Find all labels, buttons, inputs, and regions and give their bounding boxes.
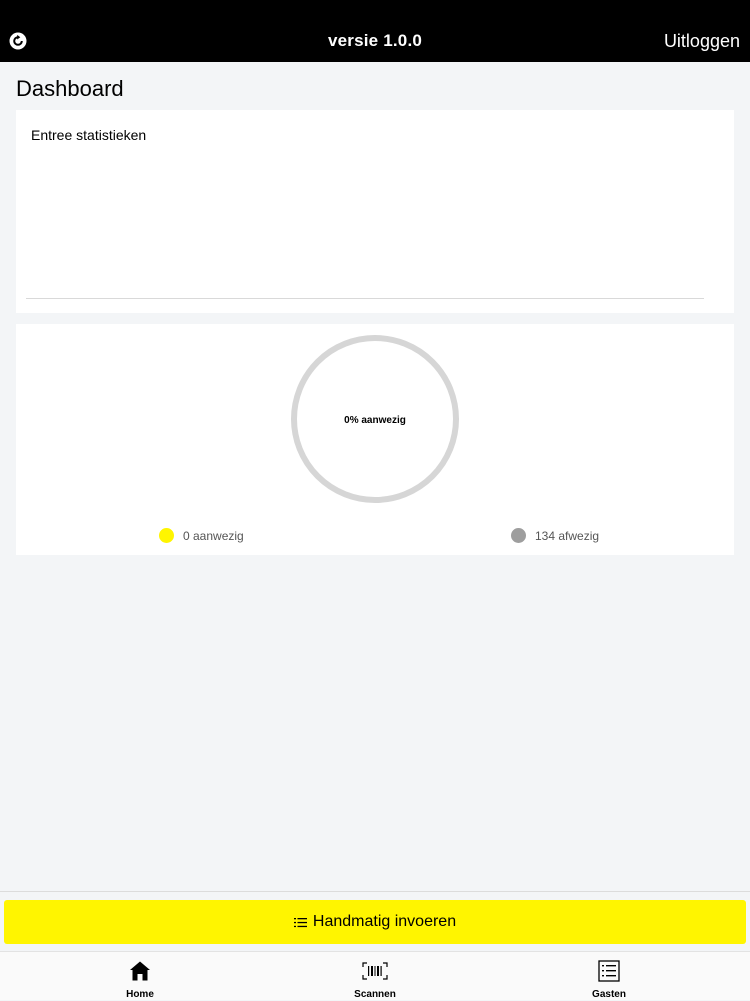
tab-scan-label: Scannen (354, 989, 396, 1000)
list-icon (293, 917, 307, 928)
legend-absent: 134 afwezig (511, 528, 599, 543)
tab-home-label: Home (126, 989, 154, 1000)
manual-entry-label: Handmatig invoeren (312, 913, 457, 930)
chart-baseline (26, 298, 704, 299)
tab-home[interactable]: Home (15, 952, 265, 1001)
page-title: Dashboard (16, 76, 124, 101)
app-version-title: versie 1.0.0 (327, 31, 423, 50)
legend-absent-dot (511, 528, 526, 543)
tab-guests[interactable]: Gasten (484, 952, 734, 1001)
top-bar: versie 1.0.0 Uitloggen (0, 0, 750, 62)
list-icon (598, 959, 620, 983)
logout-button[interactable]: Uitloggen (664, 31, 740, 52)
tab-bar: Home Scannen Gasten (0, 951, 750, 1000)
bottom-separator (0, 891, 750, 892)
legend-absent-label: 134 afwezig (535, 528, 600, 543)
home-icon (129, 959, 151, 983)
tab-scan[interactable]: Scannen (250, 952, 500, 1001)
legend-present: 0 aanwezig (159, 528, 244, 543)
barcode-icon (362, 959, 388, 983)
manual-entry-button[interactable]: Handmatig invoeren (4, 900, 746, 944)
legend-present-dot (159, 528, 174, 543)
attendance-donut: 0% aanwezig (291, 335, 459, 503)
donut-center-label: 0% aanwezig (344, 415, 406, 426)
attendance-card: 0% aanwezig 0 aanwezig 134 afwezig (16, 324, 734, 555)
entrance-stats-title: Entree statistieken (31, 127, 147, 143)
entrance-stats-card: Entree statistieken (16, 110, 734, 313)
tab-guests-label: Gasten (592, 989, 626, 1000)
legend-present-label: 0 aanwezig (183, 528, 244, 543)
